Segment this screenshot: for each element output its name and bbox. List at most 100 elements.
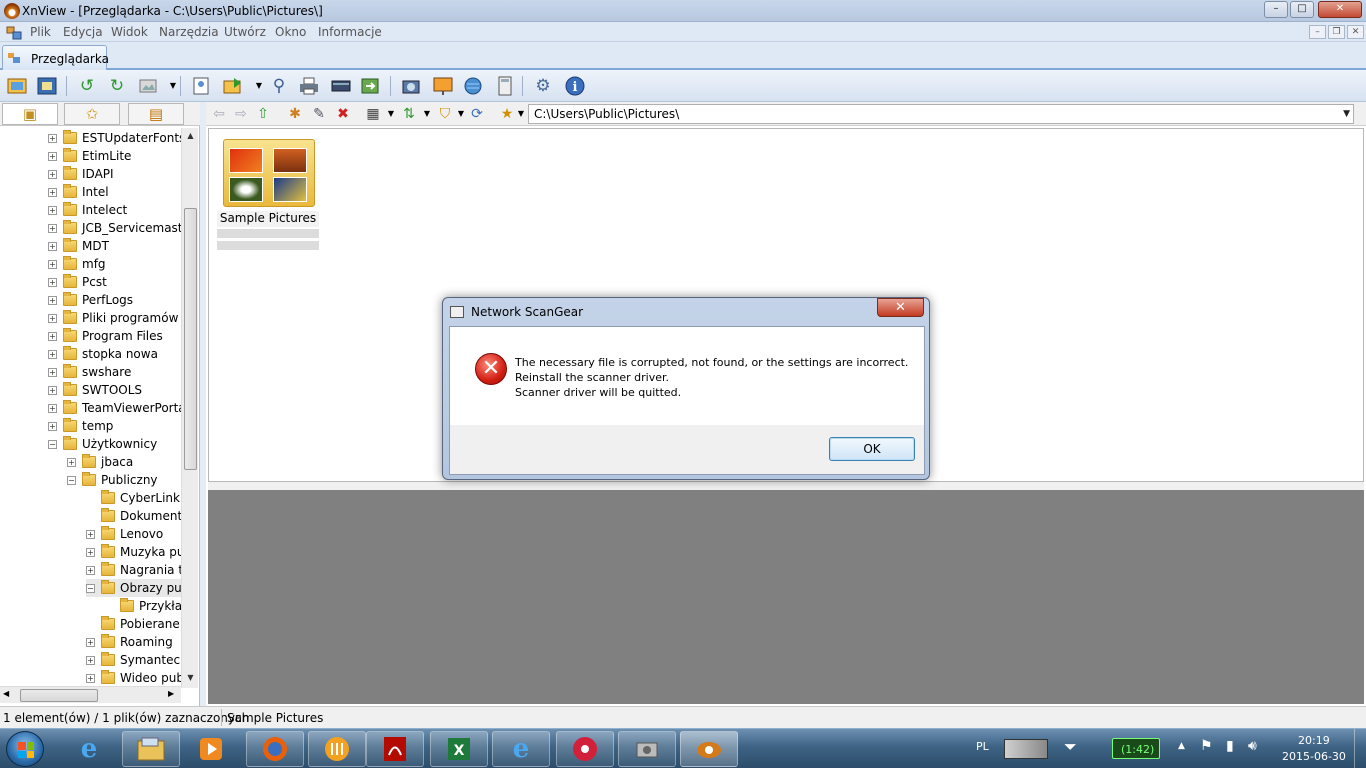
properties-icon[interactable] [190, 75, 212, 97]
tree-item[interactable]: + Intel [48, 183, 109, 201]
favorites-tab[interactable]: ✩ [64, 103, 120, 125]
tree-item[interactable]: + JCB_Servicemaster [48, 219, 181, 237]
network-meter-icon[interactable] [1004, 739, 1048, 759]
close-button[interactable]: ✕ [1318, 1, 1362, 18]
menu-narzedzia[interactable]: Narzędzia [159, 25, 219, 39]
image-icon[interactable] [138, 75, 160, 97]
mdi-close-button[interactable]: ✕ [1347, 25, 1364, 39]
menu-widok[interactable]: Widok [111, 25, 148, 39]
print-icon[interactable] [298, 75, 320, 97]
expand-icon[interactable]: + [48, 367, 57, 377]
remote-icon[interactable] [556, 731, 614, 767]
expand-icon[interactable]: + [86, 547, 95, 557]
rename-icon[interactable]: ✎ [310, 105, 328, 123]
expand-icon[interactable]: + [67, 457, 76, 467]
tree-item[interactable]: Pobierane p [86, 615, 181, 633]
menu-edycja[interactable]: Edycja [63, 25, 103, 39]
expand-icon[interactable]: + [48, 385, 57, 395]
filter-tray-icon[interactable]: ⏷ [1064, 737, 1077, 757]
ie-icon[interactable]: e [492, 731, 550, 767]
rotate-left-icon[interactable]: ↺ [76, 75, 98, 97]
tree-item[interactable]: + MDT [48, 237, 109, 255]
rotate-right-icon[interactable]: ↻ [106, 75, 128, 97]
expand-icon[interactable]: + [86, 673, 95, 683]
tree-item[interactable]: CyberLink [86, 489, 180, 507]
expand-icon[interactable]: + [48, 277, 57, 287]
tree-vertical-scrollbar[interactable]: ▲ ▼ [181, 128, 198, 688]
back-icon[interactable]: ⇦ [210, 105, 228, 123]
tree-item[interactable]: + Symantec [86, 651, 180, 669]
tree-item[interactable]: − Użytkownicy [48, 435, 157, 453]
tree-item[interactable]: + TeamViewerPortal [48, 399, 181, 417]
tree-item[interactable]: + Lenovo [86, 525, 163, 543]
tree-item[interactable]: + Roaming [86, 633, 173, 651]
tree-item[interactable]: + mfg [48, 255, 106, 273]
tree-item[interactable]: Przykłac [105, 597, 181, 615]
tree-item[interactable]: + Wideo pub [86, 669, 181, 687]
export-icon[interactable] [222, 75, 244, 97]
capture-icon[interactable] [400, 75, 422, 97]
path-dropdown-icon[interactable]: ▼ [1343, 105, 1350, 123]
expand-icon[interactable]: + [48, 187, 57, 197]
menu-informacje[interactable]: Informacje [318, 25, 382, 39]
tree-item[interactable]: − Obrazy pub [86, 579, 181, 597]
tree-item[interactable]: + Nagrania tel [86, 561, 181, 579]
tree-item[interactable]: + EtimLite [48, 147, 131, 165]
clock-time[interactable]: 20:19 [1298, 734, 1330, 747]
menu-plik[interactable]: Plik [30, 25, 51, 39]
forward-icon[interactable]: ⇨ [232, 105, 250, 123]
folder-thumbnail[interactable]: Sample Pictures [217, 135, 319, 250]
dialog-close-button[interactable]: ✕ [877, 298, 924, 317]
start-button[interactable] [6, 731, 44, 767]
web-icon[interactable] [462, 75, 484, 97]
scroll-right-arrow[interactable]: ▶ [168, 689, 174, 698]
language-indicator[interactable]: PL [976, 740, 989, 753]
convert-icon[interactable] [360, 75, 382, 97]
expand-icon[interactable]: + [48, 151, 57, 161]
scroll-left-arrow[interactable]: ◀ [3, 689, 9, 698]
delete-icon[interactable]: ✖ [334, 105, 352, 123]
explorer-icon[interactable] [122, 731, 180, 767]
acrobat-icon[interactable] [366, 731, 424, 767]
calculator-icon[interactable] [494, 75, 516, 97]
menu-okno[interactable]: Okno [275, 25, 306, 39]
expand-icon[interactable]: + [48, 403, 57, 413]
expand-icon[interactable]: + [48, 169, 57, 179]
expand-icon[interactable]: + [48, 205, 57, 215]
volume-icon[interactable]: 🔊︎ [1248, 738, 1257, 754]
binoculars-icon[interactable]: ⚲ [268, 75, 290, 97]
clock-date[interactable]: 2015-06-30 [1282, 750, 1346, 763]
tab-browser[interactable]: Przeglądarka [2, 45, 109, 70]
tree-item[interactable]: Dokumenty [86, 507, 181, 525]
maximize-button[interactable]: □ [1290, 1, 1314, 18]
collapse-icon[interactable]: − [48, 439, 57, 449]
view-mode-dropdown-icon[interactable]: ▼ [382, 105, 400, 123]
sort-dropdown-icon[interactable]: ▼ [418, 105, 436, 123]
tree-item[interactable]: + swshare [48, 363, 131, 381]
expand-icon[interactable]: + [86, 565, 95, 575]
collapse-icon[interactable]: − [67, 475, 76, 485]
hscroll-thumb[interactable] [20, 689, 98, 702]
tree-item[interactable]: + temp [48, 417, 113, 435]
excel-icon[interactable]: X [430, 731, 488, 767]
expand-icon[interactable]: + [48, 223, 57, 233]
expand-icon[interactable]: + [86, 529, 95, 539]
expand-icon[interactable]: + [48, 331, 57, 341]
scroll-thumb[interactable] [184, 208, 197, 470]
scroll-up-arrow[interactable]: ▲ [182, 128, 199, 144]
path-input[interactable]: C:\Users\Public\Pictures\ ▼ [528, 104, 1354, 124]
tree-item[interactable]: + Pcst [48, 273, 107, 291]
tree-item[interactable]: + Intelect [48, 201, 127, 219]
vertical-splitter[interactable] [200, 102, 206, 706]
open-icon[interactable] [6, 75, 28, 97]
tree-item[interactable]: + Muzyka pub [86, 543, 181, 561]
expand-icon[interactable]: + [48, 133, 57, 143]
tree-item[interactable]: + IDAPI [48, 165, 114, 183]
info-icon[interactable]: i [564, 75, 586, 97]
settings-icon[interactable]: ⚙ [532, 75, 554, 97]
tool-icon[interactable] [618, 731, 676, 767]
collapse-icon[interactable]: − [86, 583, 95, 593]
tree-item[interactable]: + ESTUpdaterFonts [48, 129, 181, 147]
slideshow-icon[interactable] [432, 75, 454, 97]
battery-icon[interactable]: ▮ [1226, 738, 1234, 754]
